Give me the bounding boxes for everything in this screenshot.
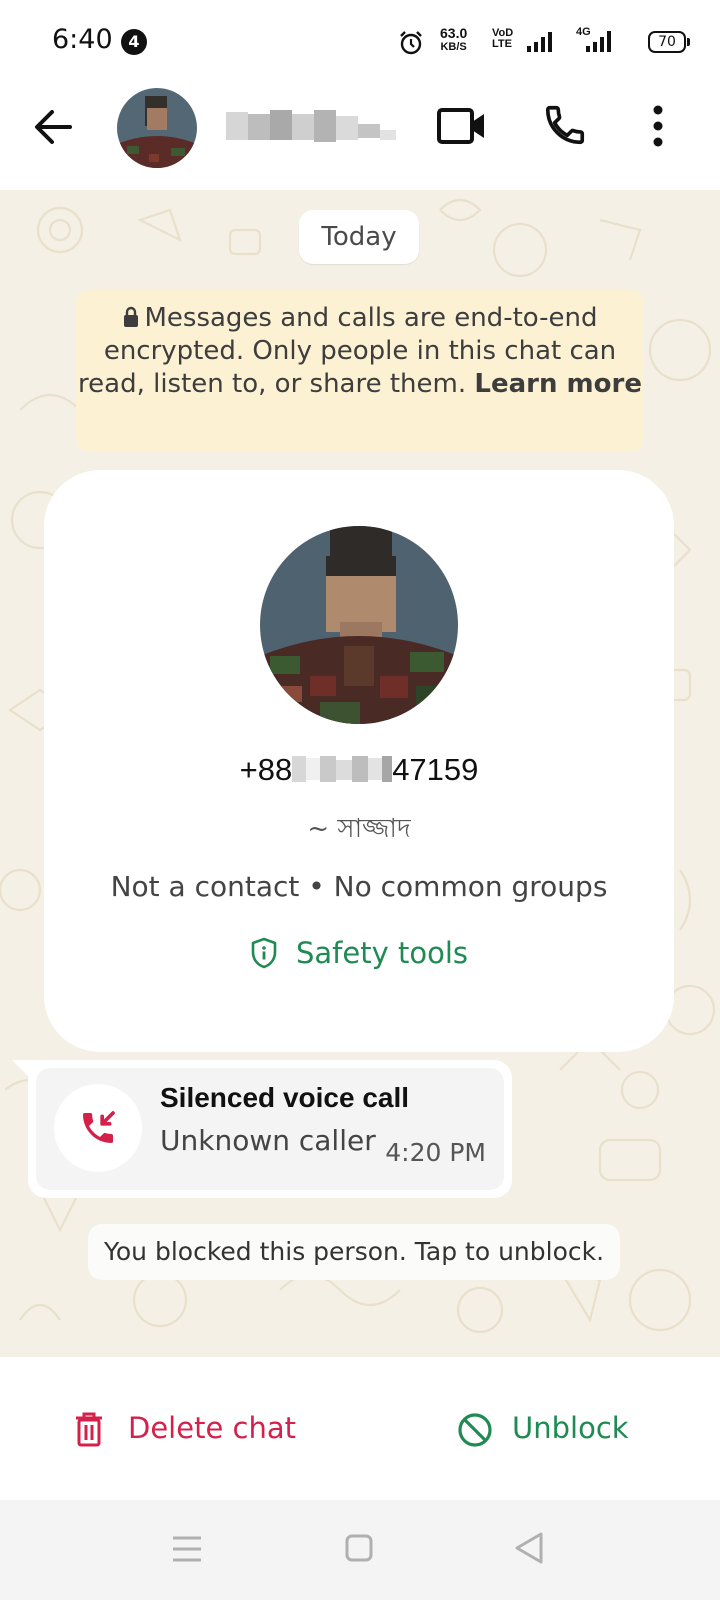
call-title: Silenced voice call (160, 1082, 410, 1113)
status-time: 6:40 (52, 24, 113, 55)
chat-header (0, 82, 720, 190)
lock-icon (124, 306, 139, 327)
call-subtitle: Unknown caller (160, 1124, 376, 1157)
home-icon[interactable] (343, 1532, 375, 1564)
volte-indicator: VoD LTE (492, 28, 513, 50)
contact-avatar[interactable] (117, 88, 197, 168)
delete-chat-button[interactable]: Delete chat (74, 1407, 304, 1453)
status-icons: 63.0 KB/S VoD LTE 4G 70 (390, 22, 720, 62)
phone-prefix: +88 (239, 752, 293, 787)
battery-indicator: 70 (648, 31, 690, 53)
contact-push-name: ~ সাজ্জাদ (307, 814, 411, 844)
safety-tools-button[interactable]: Safety tools (44, 936, 674, 970)
missed-call-icon (83, 1111, 115, 1143)
notification-count-badge: 4 (121, 29, 147, 55)
block-icon (458, 1413, 492, 1447)
contact-phone-number[interactable]: +88 47159 (44, 752, 674, 788)
more-vert-icon[interactable] (648, 104, 668, 148)
contact-meta: Not a contact • No common groups (110, 870, 608, 903)
net-speed-unit: KB/S (440, 41, 467, 53)
phone-suffix: 47159 (392, 752, 479, 787)
menu-icon[interactable] (170, 1534, 204, 1564)
contact-profile-card: +88 47159 ~ সাজ্জাদ Not a contact • No c… (44, 470, 674, 1052)
trash-icon (76, 1412, 102, 1447)
system-nav-bar (0, 1500, 720, 1600)
phone-icon[interactable] (542, 102, 588, 148)
phone-redacted (292, 756, 393, 782)
delete-chat-label: Delete chat (128, 1411, 296, 1445)
net-speed: 63.0 KB/S (440, 26, 467, 54)
safety-tools-label: Safety tools (295, 936, 468, 970)
unblock-label: Unblock (512, 1411, 629, 1445)
chat-area[interactable]: Today Messages and calls are end-to-end … (0, 190, 720, 1357)
call-message-content[interactable]: Silenced voice call Unknown caller 4:20 … (36, 1068, 504, 1190)
alarm-icon (400, 31, 422, 55)
missed-call-icon-wrap (54, 1084, 142, 1172)
learn-more-link[interactable]: Learn more (474, 369, 642, 399)
back-nav-icon[interactable] (512, 1530, 546, 1566)
status-bar: 6:40 4 63.0 KB/S VoD LTE 4G 70 (0, 0, 720, 82)
contact-name-redacted[interactable] (226, 108, 396, 144)
video-camera-icon[interactable] (436, 104, 488, 148)
encryption-notice[interactable]: Messages and calls are end-to-end encryp… (76, 290, 644, 452)
network-type: 4G (576, 26, 591, 38)
blocked-actions-bar: Delete chat Unblock (0, 1357, 720, 1500)
call-time: 4:20 PM (385, 1138, 486, 1167)
profile-photo[interactable] (260, 526, 458, 724)
arrow-left-icon[interactable] (32, 106, 74, 148)
signal-icon (527, 32, 552, 52)
date-chip: Today (299, 210, 419, 264)
shield-info-icon (251, 937, 277, 969)
profile-photo-image (260, 526, 458, 724)
volte-label-2: LTE (492, 38, 512, 50)
blocked-notice[interactable]: You blocked this person. Tap to unblock. (88, 1224, 620, 1280)
unblock-button[interactable]: Unblock (456, 1407, 656, 1453)
net-speed-value: 63.0 (440, 25, 468, 41)
avatar-image (117, 88, 197, 168)
